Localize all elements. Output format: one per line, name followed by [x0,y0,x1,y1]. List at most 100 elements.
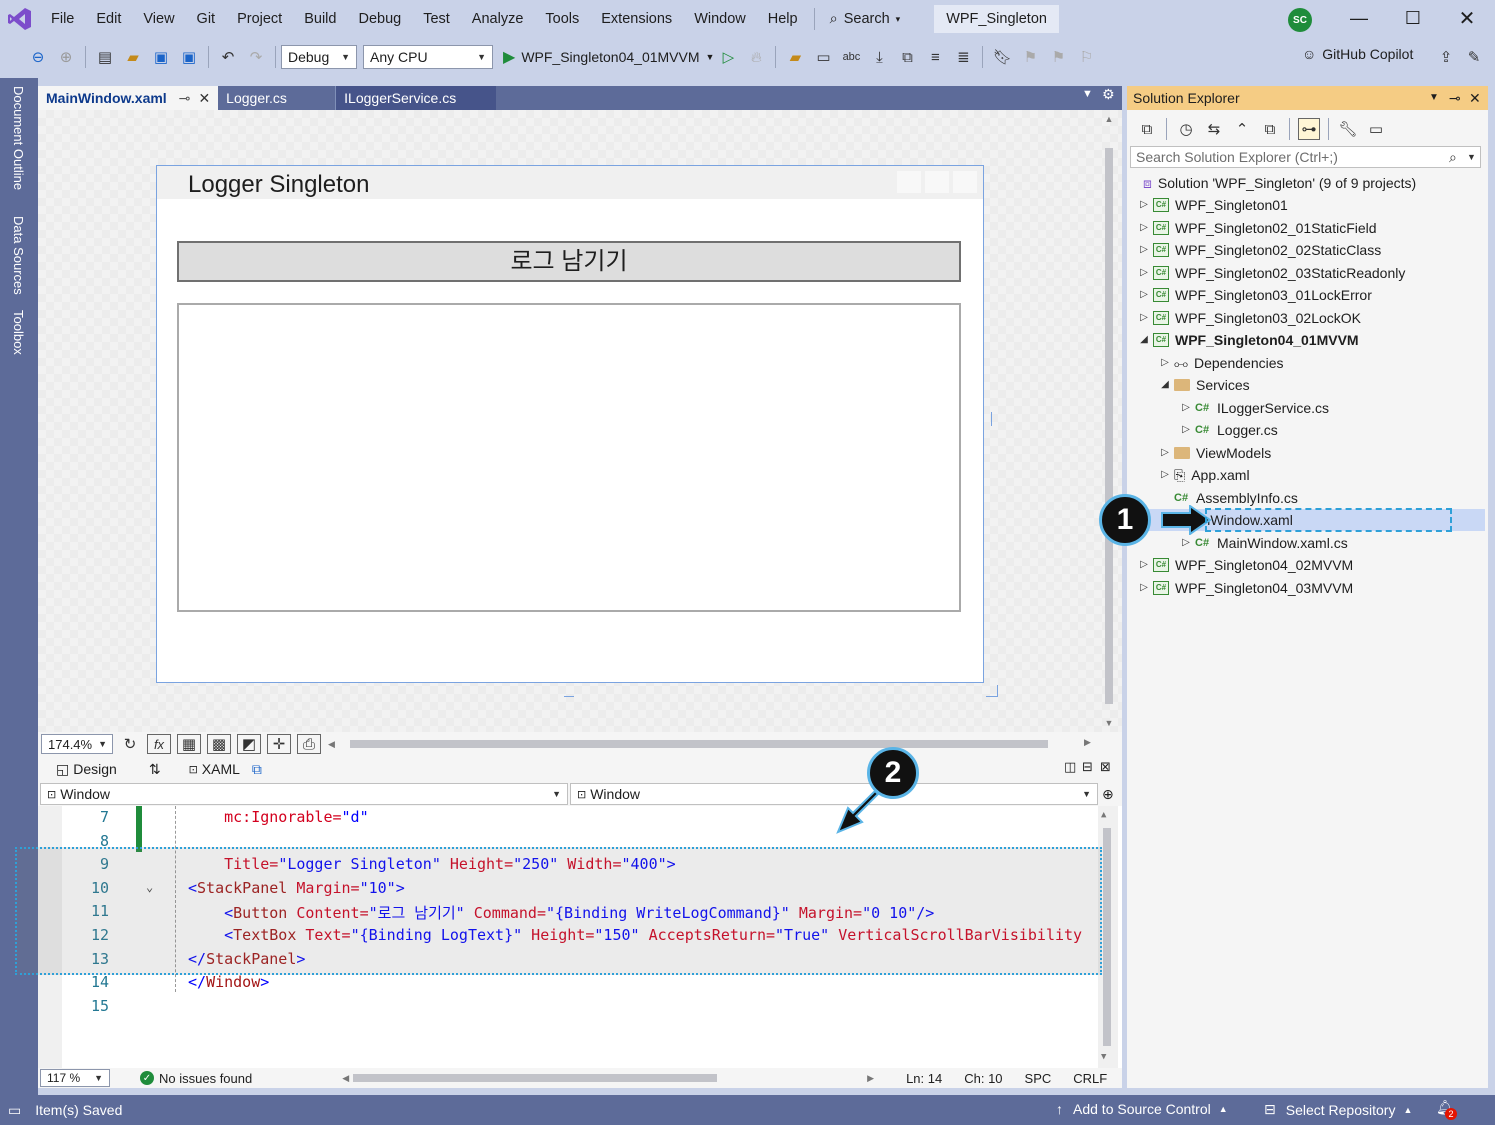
issues-label[interactable]: No issues found [159,1071,252,1086]
solution-search-input[interactable]: Search Solution Explorer (Ctrl+;) ⌕ ▼ [1130,146,1481,168]
expand-icon[interactable]: ▷ [1137,194,1151,216]
collapse-icon[interactable]: ◢ [1158,374,1172,396]
resize-corner-handle[interactable] [986,685,998,697]
close-tab-icon[interactable]: ✕ [198,86,210,110]
bookmark-clear-icon[interactable]: ⚐ [1075,46,1097,68]
expand-icon[interactable]: ▷ [1137,217,1151,239]
panel-menu-icon[interactable]: ▼ [1429,86,1439,110]
issues-ok-icon[interactable]: ✓ [140,1071,154,1085]
grid-icon[interactable]: ▦ [177,734,201,754]
indent-icon[interactable]: ≡ [924,46,946,68]
switch-views-icon[interactable]: ⧉ [1136,118,1158,140]
log-textbox-preview[interactable] [177,303,961,612]
tab-list-icon[interactable]: ▼ [1082,88,1093,100]
menu-project[interactable]: Project [226,0,293,38]
designer-vscrollbar[interactable]: ▲ ▼ [1102,114,1116,732]
collapse-icon[interactable]: ◢ [1137,329,1151,351]
refresh-icon[interactable]: ↻ [119,733,141,755]
expand-icon[interactable]: ▷ [1137,554,1151,576]
solution-root[interactable]: ⧈ Solution 'WPF_Singleton' (9 of 9 proje… [1143,172,1416,194]
menu-file[interactable]: File [40,0,85,38]
expand-icon[interactable]: ▷ [1179,397,1193,419]
collapse-pane-icon[interactable]: ⊠ [1100,759,1111,775]
save-icon[interactable]: ▣ [150,46,172,68]
tree-item[interactable]: ▷ C# WPF_Singleton02_01StaticField [1137,217,1376,239]
pin-icon[interactable]: ⊸ [1449,86,1461,110]
expand-icon[interactable]: ▷ [1137,239,1151,261]
feedback-icon[interactable]: ✎ [1463,46,1485,68]
hscroll-left-icon[interactable]: ◀ [328,739,335,750]
log-button-preview[interactable]: 로그 남기기 [177,241,961,282]
settings-icon[interactable]: ⚙ [1102,86,1115,103]
start-debug-button[interactable]: ▶ WPF_Singleton04_01MVVM ▼ [503,47,714,67]
notifications-button[interactable]: 🔔︎ 2 [1436,1099,1457,1120]
tree-item[interactable]: ▷ C# WPF_Singleton03_01LockError [1137,284,1372,306]
tree-item[interactable]: ▷ C# WPF_Singleton04_03MVVM [1137,577,1353,599]
maximize-icon[interactable]: ☐ [1398,8,1428,32]
compare-icon[interactable]: ⧉ [896,46,918,68]
resize-handle[interactable] [564,683,574,697]
select-repository-button[interactable]: ⊟ Select Repository ▲ [1264,1101,1412,1118]
split-editor-icon[interactable]: ⊕ [1102,786,1114,803]
line-ending-indicator[interactable]: CRLF [1073,1071,1107,1086]
chevron-down-icon[interactable]: ▼ [1467,147,1476,167]
zoom-select[interactable]: 174.4% ▼ [41,734,113,754]
avatar[interactable]: SC [1288,8,1312,32]
properties-icon[interactable]: 🔧︎ [1337,118,1359,140]
toolbox-tab[interactable]: Toolbox [11,310,26,355]
tree-item[interactable]: ▷ C# WPF_Singleton01 [1137,194,1288,216]
back-icon[interactable]: ⊖ [27,46,49,68]
share-icon[interactable]: ⇪ [1435,46,1457,68]
tree-item[interactable]: ▷ C# WPF_Singleton03_02LockOK [1137,307,1361,329]
swap-panes-icon[interactable]: ⇅ [149,761,161,778]
xaml-designer[interactable]: Logger Singleton 로그 남기기 ▲ ▼ [38,110,1122,732]
menu-extensions[interactable]: Extensions [590,0,683,38]
undo-icon[interactable]: ↶ [217,46,239,68]
close-panel-icon[interactable]: ✕ [1469,86,1481,110]
document-outline-tab[interactable]: Document Outline [11,86,26,190]
scroll-thumb[interactable] [1103,828,1111,1046]
scroll-down-icon[interactable]: ▼ [1102,718,1116,728]
scroll-down-icon[interactable]: ▼ [1101,1052,1106,1062]
tree-item[interactable]: ▷ ViewModels [1158,442,1271,464]
menu-analyze[interactable]: Analyze [461,0,535,38]
layout-icon[interactable]: ▭ [812,46,834,68]
menu-edit[interactable]: Edit [85,0,132,38]
hscroll-right-icon[interactable]: ▶ [1084,737,1091,748]
sync-icon[interactable]: ⇆ [1203,118,1225,140]
tree-item[interactable]: ◢ Services [1158,374,1250,396]
minimize-icon[interactable]: — [1344,8,1374,32]
outdent-icon[interactable]: ≣ [952,46,974,68]
pin-icon[interactable]: ⊸ [179,86,191,110]
scroll-thumb[interactable] [1105,148,1113,704]
tree-item[interactable]: ▷ C# WPF_Singleton04_02MVVM [1137,554,1353,576]
line-number-indicator[interactable]: Ln: 14 [906,1071,942,1086]
tree-item[interactable]: ▷ C# WPF_Singleton02_03StaticReadonly [1137,262,1405,284]
element-left-select[interactable]: ⊡ Window ▼ [40,783,568,805]
show-all-files-icon[interactable]: ⧉ [1259,118,1281,140]
expand-icon[interactable]: ▷ [1179,419,1193,441]
fx-icon[interactable]: fx [147,734,171,754]
menu-git[interactable]: Git [186,0,227,38]
horizontal-split-icon[interactable]: ⊟ [1082,759,1093,775]
preview-icon[interactable]: ▭ [1365,118,1387,140]
tree-item[interactable]: ▷ ⎘ App.xaml [1158,464,1249,486]
popout-icon[interactable]: ⧉ [252,761,262,778]
menu-tools[interactable]: Tools [534,0,590,38]
editor-hscrollbar[interactable] [353,1074,718,1082]
bookmark-prev-icon[interactable]: ⚑ [1019,46,1041,68]
new-project-icon[interactable]: ▤ [94,46,116,68]
tab-logger-cs[interactable]: Logger.cs [218,86,337,110]
search-icon[interactable]: ⌕ [1449,147,1457,167]
expand-icon[interactable]: ▷ [1158,442,1172,464]
expand-icon[interactable]: ▷ [1137,577,1151,599]
design-tab[interactable]: ◱ Design [56,761,117,778]
expand-icon[interactable]: ▷ [1137,307,1151,329]
tree-item[interactable]: ▷ C# Logger.cs [1179,419,1278,441]
device-icon[interactable]: ⎙ [297,734,321,754]
bookmark-icon[interactable]: 🔖︎ [991,46,1013,68]
tab-mainwindow-xaml[interactable]: MainWindow.xaml ⊸ ✕ [38,86,219,110]
designer-hscrollbar[interactable] [350,740,1048,748]
menu-help[interactable]: Help [757,0,809,38]
close-icon[interactable]: ✕ [1452,6,1482,30]
